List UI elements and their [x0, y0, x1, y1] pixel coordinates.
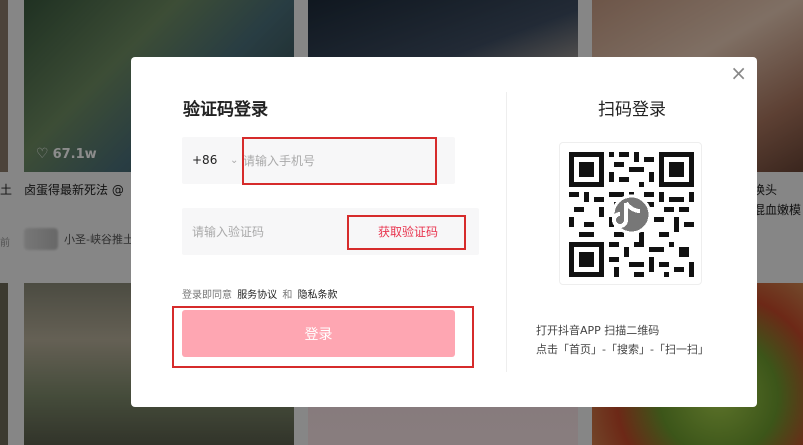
agreement-text: 登录即同意 服务协议 和 隐私条款	[182, 286, 340, 301]
agreement-prefix: 登录即同意	[182, 290, 232, 301]
verification-code-input[interactable]	[192, 208, 342, 255]
divider	[506, 92, 507, 372]
phone-field: +86 ⌄	[182, 137, 455, 184]
chevron-down-icon[interactable]: ⌄	[230, 137, 238, 184]
privacy-terms-link[interactable]: 隐私条款	[298, 290, 338, 301]
login-dialog: × 验证码登录 +86 ⌄ 获取验证码 登录即同意 服务协议 和 隐私条款 登录…	[131, 57, 757, 407]
get-code-button[interactable]: 获取验证码	[378, 223, 438, 240]
agreement-and: 和	[282, 290, 293, 301]
qr-code	[569, 152, 694, 277]
sms-login-title: 验证码登录	[183, 100, 268, 120]
qr-code-frame	[559, 142, 702, 285]
phone-input[interactable]	[243, 137, 433, 184]
country-code-select[interactable]: +86	[192, 137, 217, 184]
qr-login-title: 扫码登录	[598, 100, 666, 120]
qr-instruction: 打开抖音APP 扫描二维码	[536, 324, 660, 337]
service-terms-link[interactable]: 服务协议	[237, 290, 277, 301]
login-button[interactable]: 登录	[182, 310, 455, 357]
qr-instruction-steps: 点击「首页」-「搜索」-「扫一扫」	[536, 343, 709, 356]
close-icon[interactable]: ×	[730, 63, 747, 83]
